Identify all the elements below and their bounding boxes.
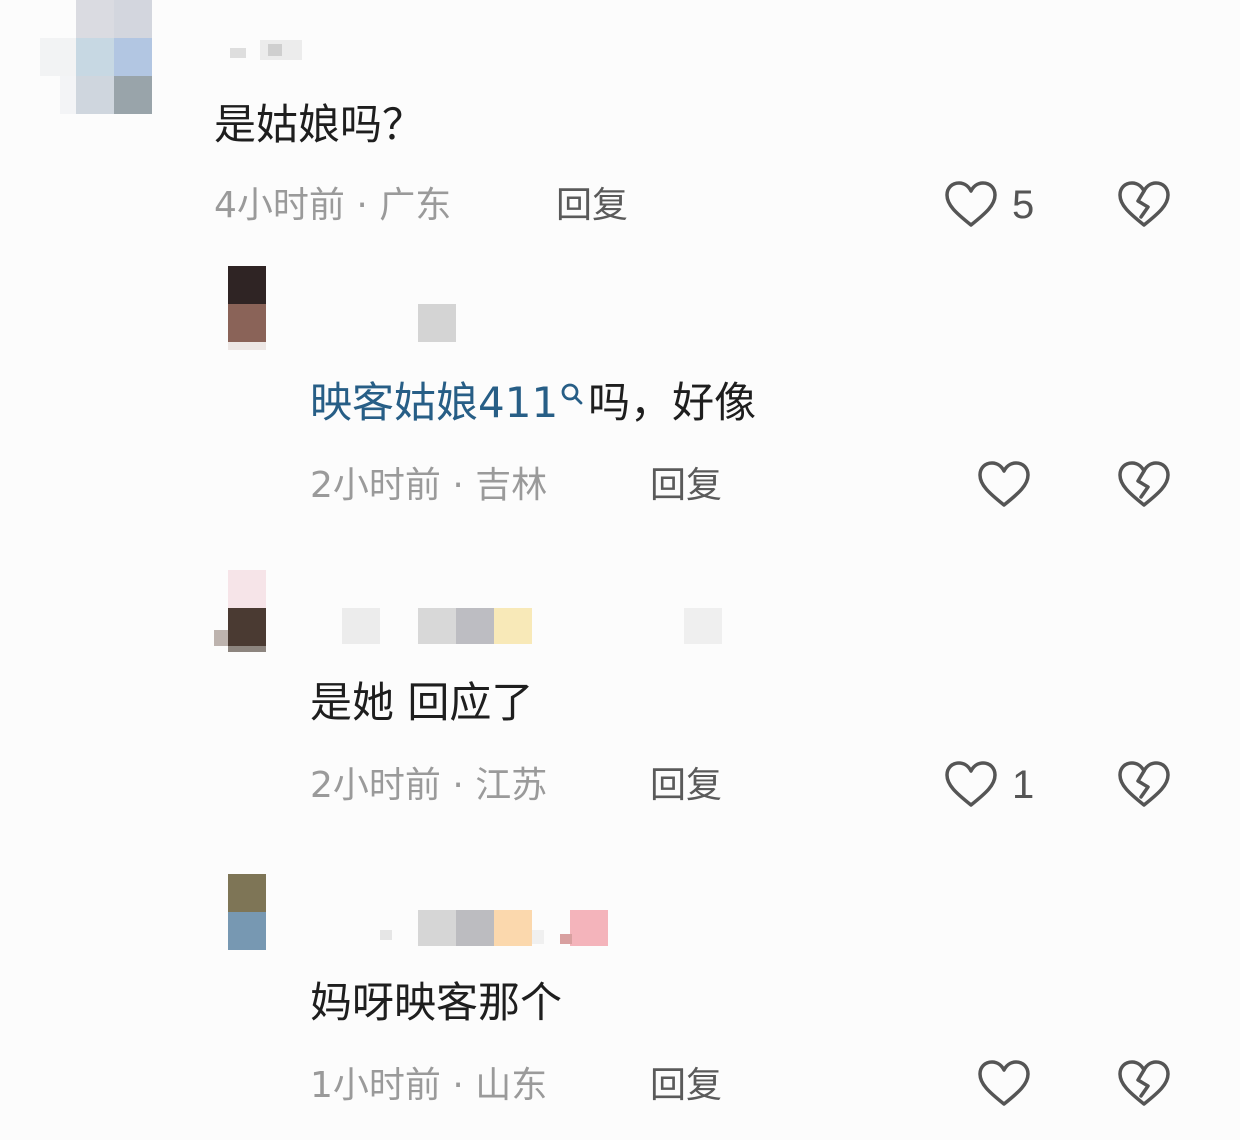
comment-text: 是姑娘吗？ [214,100,425,149]
comment-list: 是姑娘吗？ 4小时前 · 广东 回复 5 映客姑娘411 吗，好像 2小时前 ·… [0,0,1240,1140]
like-count: 5 [1012,183,1035,227]
comment-location: 吉林 [475,465,548,506]
avatar[interactable] [228,874,268,952]
username-pixelated[interactable] [418,304,458,344]
heart-outline-icon [945,181,997,227]
comment-location: 山东 [475,1065,548,1106]
like-button[interactable] [977,1057,1045,1111]
comment-text: 妈呀映客那个 [310,978,563,1027]
broken-heart-icon[interactable] [1117,460,1171,510]
username-pixelated[interactable] [230,36,310,66]
reply-button[interactable]: 回复 [556,188,628,224]
comment-text: 是她 回应了 [310,678,534,727]
broken-heart-icon[interactable] [1117,180,1171,230]
broken-heart-icon[interactable] [1117,1059,1171,1109]
meta-separator: · [452,1065,464,1106]
comment-time: 2小时前 [310,465,441,506]
broken-heart-icon[interactable] [1117,760,1171,810]
comment-text-after-mention: 吗，好像 [588,378,757,427]
comment-text: 映客姑娘411 吗，好像 [310,382,756,424]
reply-button[interactable]: 回复 [650,468,722,504]
avatar[interactable] [212,570,272,654]
like-button[interactable] [977,458,1045,512]
reply-button[interactable]: 回复 [650,1068,722,1104]
avatar[interactable] [40,0,180,116]
comment-meta: 4小时前 · 广东 [214,188,451,224]
mention-link[interactable]: 映客姑娘411 [310,378,558,427]
username-pixelated[interactable] [340,606,740,646]
like-button[interactable]: 1 [944,758,1034,812]
meta-separator: · [452,765,464,806]
username-pixelated[interactable] [380,908,780,950]
avatar[interactable] [228,266,268,350]
heart-outline-icon [945,761,997,807]
reply-button[interactable]: 回复 [650,768,722,804]
like-button[interactable]: 5 [944,178,1034,232]
heart-outline-icon [978,1060,1030,1106]
comment-meta: 2小时前 · 江苏 [310,768,547,804]
comment-meta: 1小时前 · 山东 [310,1068,547,1104]
meta-separator: · [452,465,464,506]
comment-location: 江苏 [475,765,548,806]
heart-outline-icon [978,461,1030,507]
meta-separator: · [356,185,368,226]
search-icon [561,383,583,405]
like-count: 1 [1012,763,1035,807]
comment-location: 广东 [379,185,452,226]
comment-time: 1小时前 [310,1065,441,1106]
comment-meta: 2小时前 · 吉林 [310,468,547,504]
comment-time: 4小时前 [214,185,345,226]
comment-time: 2小时前 [310,765,441,806]
